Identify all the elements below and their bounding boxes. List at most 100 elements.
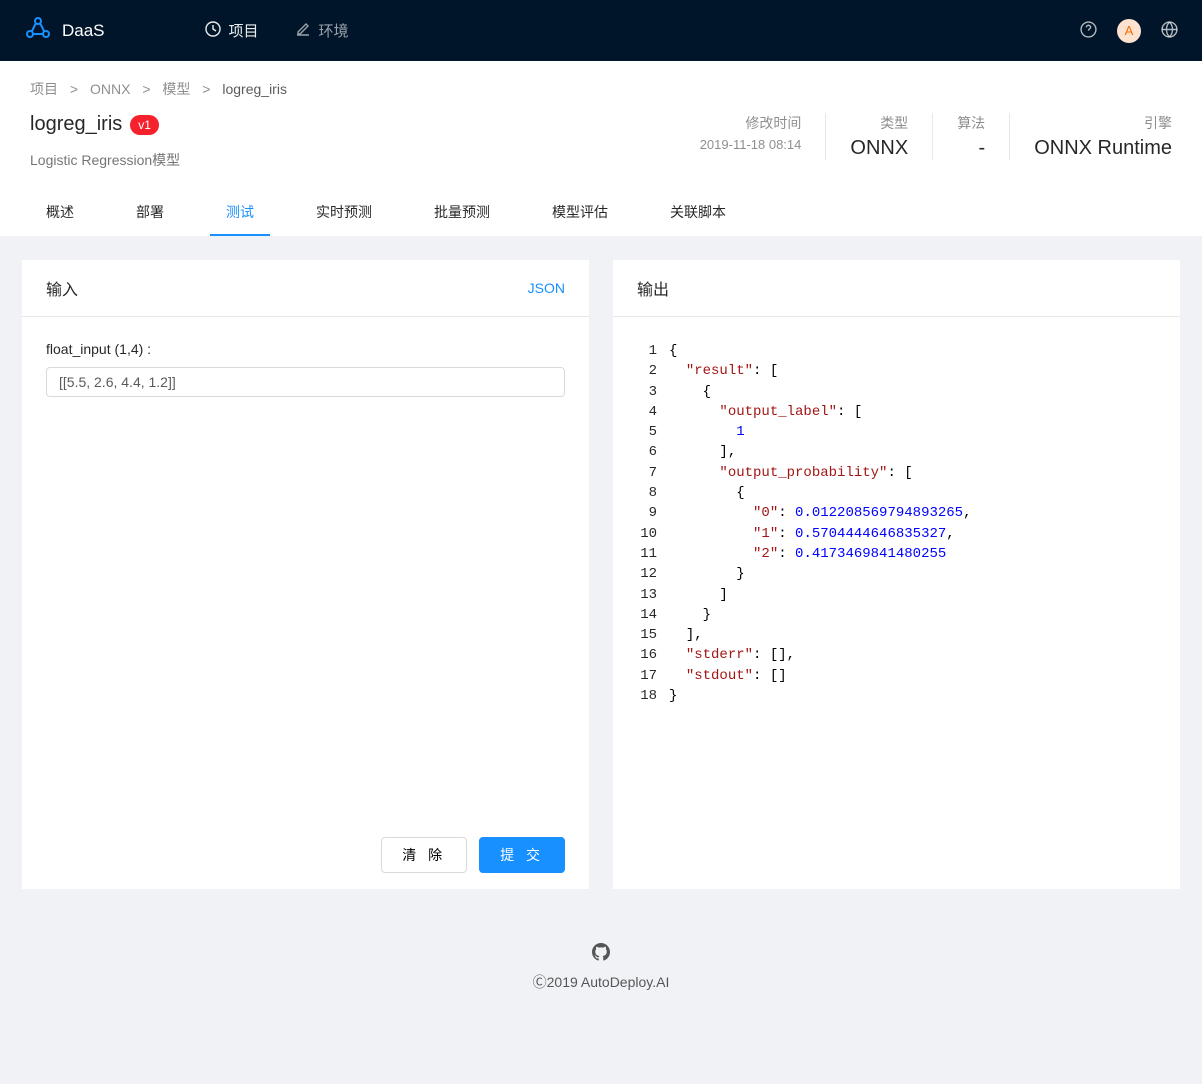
logo-icon xyxy=(24,16,52,45)
line-content: "stderr": [], xyxy=(669,645,795,665)
line-number: 7 xyxy=(637,463,669,483)
nav-projects[interactable]: 项目 xyxy=(205,20,259,41)
line-number: 3 xyxy=(637,382,669,402)
meta-engine-label: 引擎 xyxy=(1034,113,1172,133)
tab-scripts[interactable]: 关联脚本 xyxy=(654,190,742,236)
line-number: 18 xyxy=(637,686,669,706)
line-content: { xyxy=(669,382,711,402)
line-number: 17 xyxy=(637,666,669,686)
line-content: ], xyxy=(669,442,736,462)
line-number: 10 xyxy=(637,524,669,544)
tab-batch[interactable]: 批量预测 xyxy=(418,190,506,236)
line-content: "output_probability": [ xyxy=(669,463,913,483)
nav-env[interactable]: 环境 xyxy=(295,20,349,41)
crumb-sep: > xyxy=(202,81,210,97)
code-line: 9 "0": 0.012208569794893265, xyxy=(637,503,1156,523)
code-line: 8 { xyxy=(637,483,1156,503)
crumb-models[interactable]: 模型 xyxy=(162,81,190,97)
crumb-onnx[interactable]: ONNX xyxy=(90,81,130,97)
tab-realtime[interactable]: 实时预测 xyxy=(300,190,388,236)
meta-type-value: ONNX xyxy=(850,137,908,160)
code-line: 10 "1": 0.5704444646835327, xyxy=(637,524,1156,544)
meta-modified-value: 2019-11-18 08:14 xyxy=(700,137,802,152)
line-number: 9 xyxy=(637,503,669,523)
input-panel: 输入 JSON float_input (1,4) : 清 除 提 交 xyxy=(22,260,589,889)
meta-algo: 算法 - xyxy=(932,113,1009,160)
meta-engine: 引擎 ONNX Runtime xyxy=(1009,113,1172,160)
line-content: "output_label": [ xyxy=(669,402,862,422)
line-number: 8 xyxy=(637,483,669,503)
code-line: 7 "output_probability": [ xyxy=(637,463,1156,483)
line-content: "result": [ xyxy=(669,361,778,381)
title-main: logreg_iris v1 xyxy=(30,113,676,136)
meta-algo-value: - xyxy=(957,137,985,160)
meta-modified-label: 修改时间 xyxy=(700,113,802,133)
nav-projects-label: 项目 xyxy=(229,20,259,41)
meta-modified: 修改时间 2019-11-18 08:14 xyxy=(676,113,826,160)
tab-overview[interactable]: 概述 xyxy=(30,190,90,236)
line-number: 15 xyxy=(637,625,669,645)
logo[interactable]: DaaS xyxy=(24,16,105,45)
output-code: 1{2 "result": [3 {4 "output_label": [5 1… xyxy=(637,341,1156,706)
submit-button[interactable]: 提 交 xyxy=(479,837,565,873)
input-panel-footer: 清 除 提 交 xyxy=(22,821,589,889)
crumb-projects[interactable]: 项目 xyxy=(30,81,58,97)
meta-grid: 修改时间 2019-11-18 08:14 类型 ONNX 算法 - 引擎 ON… xyxy=(676,113,1172,160)
help-icon[interactable] xyxy=(1080,21,1097,41)
crumb-sep: > xyxy=(142,81,150,97)
dashboard-icon xyxy=(205,21,221,41)
line-content: ], xyxy=(669,625,703,645)
line-number: 12 xyxy=(637,564,669,584)
code-line: 12 } xyxy=(637,564,1156,584)
line-content: } xyxy=(669,564,745,584)
line-number: 6 xyxy=(637,442,669,462)
code-line: 6 ], xyxy=(637,442,1156,462)
page-title: logreg_iris xyxy=(30,113,122,136)
line-content: } xyxy=(669,605,711,625)
line-number: 16 xyxy=(637,645,669,665)
github-icon[interactable] xyxy=(0,943,1202,964)
footer: Ⓒ2019 AutoDeploy.AI xyxy=(0,913,1202,1032)
code-line: 11 "2": 0.4173469841480255 xyxy=(637,544,1156,564)
globe-icon[interactable] xyxy=(1161,21,1178,41)
crumb-sep: > xyxy=(70,81,78,97)
avatar-initial: A xyxy=(1125,23,1134,38)
code-line: 13 ] xyxy=(637,585,1156,605)
page-subtitle: Logistic Regression模型 xyxy=(30,150,676,170)
page-header: 项目 > ONNX > 模型 > logreg_iris logreg_iris… xyxy=(0,61,1202,236)
code-line: 18} xyxy=(637,686,1156,706)
output-panel-header: 输出 xyxy=(613,260,1180,317)
line-content: "1": 0.5704444646835327, xyxy=(669,524,955,544)
nav-env-label: 环境 xyxy=(319,20,349,41)
line-number: 5 xyxy=(637,422,669,442)
title-left: logreg_iris v1 Logistic Regression模型 xyxy=(30,113,676,170)
avatar[interactable]: A xyxy=(1117,19,1141,43)
breadcrumb: 项目 > ONNX > 模型 > logreg_iris xyxy=(30,79,1172,99)
content: 输入 JSON float_input (1,4) : 清 除 提 交 输出 1… xyxy=(0,236,1202,913)
clear-button[interactable]: 清 除 xyxy=(381,837,467,873)
line-content: } xyxy=(669,686,677,706)
input-panel-title: 输入 xyxy=(46,276,78,300)
format-toggle[interactable]: JSON xyxy=(528,280,565,296)
line-content: "2": 0.4173469841480255 xyxy=(669,544,946,564)
brand-text: DaaS xyxy=(62,21,105,41)
line-number: 11 xyxy=(637,544,669,564)
line-content: 1 xyxy=(669,422,745,442)
code-line: 1{ xyxy=(637,341,1156,361)
output-panel-body: 1{2 "result": [3 {4 "output_label": [5 1… xyxy=(613,317,1180,889)
title-row: logreg_iris v1 Logistic Regression模型 修改时… xyxy=(30,113,1172,170)
output-panel-title: 输出 xyxy=(637,276,669,300)
tab-eval[interactable]: 模型评估 xyxy=(536,190,624,236)
line-content: "0": 0.012208569794893265, xyxy=(669,503,971,523)
meta-engine-value: ONNX Runtime xyxy=(1034,137,1172,160)
float-input-field[interactable] xyxy=(46,367,565,397)
nav: 项目 环境 xyxy=(205,20,1080,41)
version-badge: v1 xyxy=(130,115,159,135)
line-content: "stdout": [] xyxy=(669,666,787,686)
tab-test[interactable]: 测试 xyxy=(210,190,270,236)
line-number: 13 xyxy=(637,585,669,605)
line-number: 2 xyxy=(637,361,669,381)
tab-deploy[interactable]: 部署 xyxy=(120,190,180,236)
code-line: 5 1 xyxy=(637,422,1156,442)
line-content: ] xyxy=(669,585,728,605)
